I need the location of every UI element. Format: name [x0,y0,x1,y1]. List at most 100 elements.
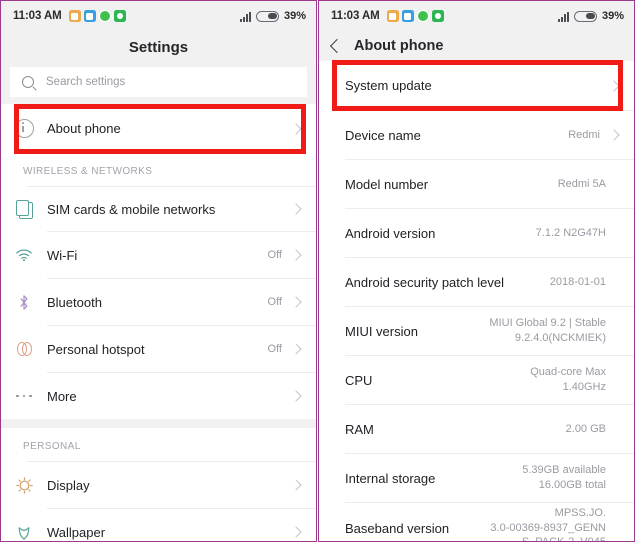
sidebar-item-label: Bluetooth [47,294,102,310]
page-title: Settings [128,38,189,56]
info-circle-icon [1,119,47,138]
sidebar-item-about-phone[interactable]: About phone [1,104,316,153]
sidebar-item-personal-hotspot[interactable]: Personal hotspot Off [1,326,316,372]
status-bar-left: 11:03 AM 39% [1,1,316,31]
list-item-label: RAM [345,421,374,437]
list-item-label: Baseband version [345,520,450,536]
battery-icon [573,10,597,22]
sidebar-item-label: SIM cards & mobile networks [47,201,216,217]
cellular-signal-icon [239,11,251,22]
settings-list: About phone WIRELESS & NETWORKS SIM card… [1,104,316,541]
wifi-icon [1,248,47,262]
list-item-value: MPSS.JO. 3.0-00369-8937_GENN S_PACK-2_V0… [490,507,606,541]
sidebar-item-value: Off [267,248,282,261]
status-bar-right: 11:03 AM 39% [319,1,634,31]
chevron-right-icon [290,249,302,261]
whatsapp-icon [98,10,111,22]
chevron-right-icon [290,122,302,135]
list-item-value: Redmi [568,128,600,141]
app-blue-icon [401,10,414,22]
back-chevron-icon[interactable] [329,38,345,54]
list-item-label: System update [345,78,432,93]
search-input[interactable]: Search settings [10,67,307,97]
wallpaper-glyph [18,526,30,540]
chevron-right-icon [608,129,620,141]
dual-screenshot-stage: 11:03 AM 39% Settings Search settings Ab… [0,0,635,542]
list-item-cpu: CPU Quad-core Max 1.40GHz [319,356,634,404]
sidebar-item-label: More [47,388,77,404]
status-notification-icons [386,10,444,22]
about-phone-title-bar: About phone [319,31,634,61]
status-time: 11:03 AM [13,10,62,22]
wifi-glyph [16,249,32,262]
status-right-cluster: 39% [557,10,624,22]
chevron-right-icon [290,390,302,402]
chevron-right-icon [290,479,302,491]
sidebar-item-label: About phone [47,121,121,136]
chevron-right-icon [290,343,302,355]
display-sun-icon [1,476,47,494]
list-item-label: Device name [345,127,421,143]
settings-panel: 11:03 AM 39% Settings Search settings Ab… [0,0,317,542]
search-icon [22,76,34,88]
list-item-baseband-version: Baseband version MPSS.JO. 3.0-00369-8937… [319,503,634,541]
list-item-internal-storage: Internal storage 5.39GB available 16.00G… [319,454,634,502]
sidebar-item-more[interactable]: More [1,373,316,419]
list-item-value: 2.00 GB [565,422,606,435]
sidebar-item-value: Off [267,342,282,355]
list-item-security-patch: Android security patch level 2018-01-01 [319,258,634,306]
list-item-label: MIUI version [345,323,418,339]
sidebar-item-bluetooth[interactable]: Bluetooth Off [1,279,316,325]
group-separator [1,419,316,428]
chevron-right-icon [608,79,620,92]
about-phone-list: System update Device name Redmi Model nu… [319,61,634,541]
chevron-right-icon [290,296,302,308]
list-item-value: 5.39GB available 16.00GB total [522,464,606,491]
list-item-value: MIUI Global 9.2 | Stable 9.2.4.0(NCKMIEK… [489,317,606,344]
search-area: Search settings [1,63,316,104]
sidebar-item-wallpaper[interactable]: Wallpaper [1,509,316,541]
list-item-label: Internal storage [345,470,436,486]
list-item-system-update[interactable]: System update [319,61,634,110]
list-item-label: Model number [345,176,429,192]
list-item-android-version: Android version 7.1.2 N2G47H [319,209,634,257]
chevron-right-icon [290,526,302,538]
sidebar-item-label: Wallpaper [47,524,106,540]
phone-green-icon [113,10,126,22]
search-placeholder: Search settings [46,76,126,88]
sidebar-item-sim-cards[interactable]: SIM cards & mobile networks [1,187,316,231]
bluetooth-icon [1,294,47,311]
sidebar-item-wifi[interactable]: Wi-Fi Off [1,232,316,278]
sidebar-item-label: Display [47,477,90,493]
wallpaper-icon [1,524,47,541]
sidebar-item-display[interactable]: Display [1,462,316,508]
sidebar-item-value: Off [267,295,282,308]
app-amber-icon [68,10,81,22]
settings-title-bar: Settings [1,31,316,63]
chevron-right-icon [290,203,302,215]
list-item-model-number: Model number Redmi 5A [319,160,634,208]
list-item-value: Quad-core Max 1.40GHz [530,366,606,393]
app-blue-icon [83,10,96,22]
page-title: About phone [354,38,444,54]
list-item-label: CPU [345,372,373,388]
battery-percent: 39% [601,10,624,22]
sim-card-icon [1,199,47,219]
list-item-label: Android version [345,225,436,241]
list-item-value: Redmi 5A [557,177,606,190]
list-item-label: Android security patch level [345,274,504,290]
bluetooth-glyph [20,294,28,310]
more-dots-icon [1,394,47,398]
status-notification-icons [68,10,126,22]
list-item-value: 7.1.2 N2G47H [535,226,606,239]
cellular-signal-icon [557,11,569,22]
list-item-device-name[interactable]: Device name Redmi [319,111,634,159]
battery-percent: 39% [283,10,306,22]
section-header-wireless: WIRELESS & NETWORKS [1,153,316,186]
phone-green-icon [431,10,444,22]
status-time: 11:03 AM [331,10,380,22]
status-right-cluster: 39% [239,10,306,22]
hotspot-icon [1,341,47,357]
battery-icon [255,10,279,22]
sun-glyph [15,476,33,494]
